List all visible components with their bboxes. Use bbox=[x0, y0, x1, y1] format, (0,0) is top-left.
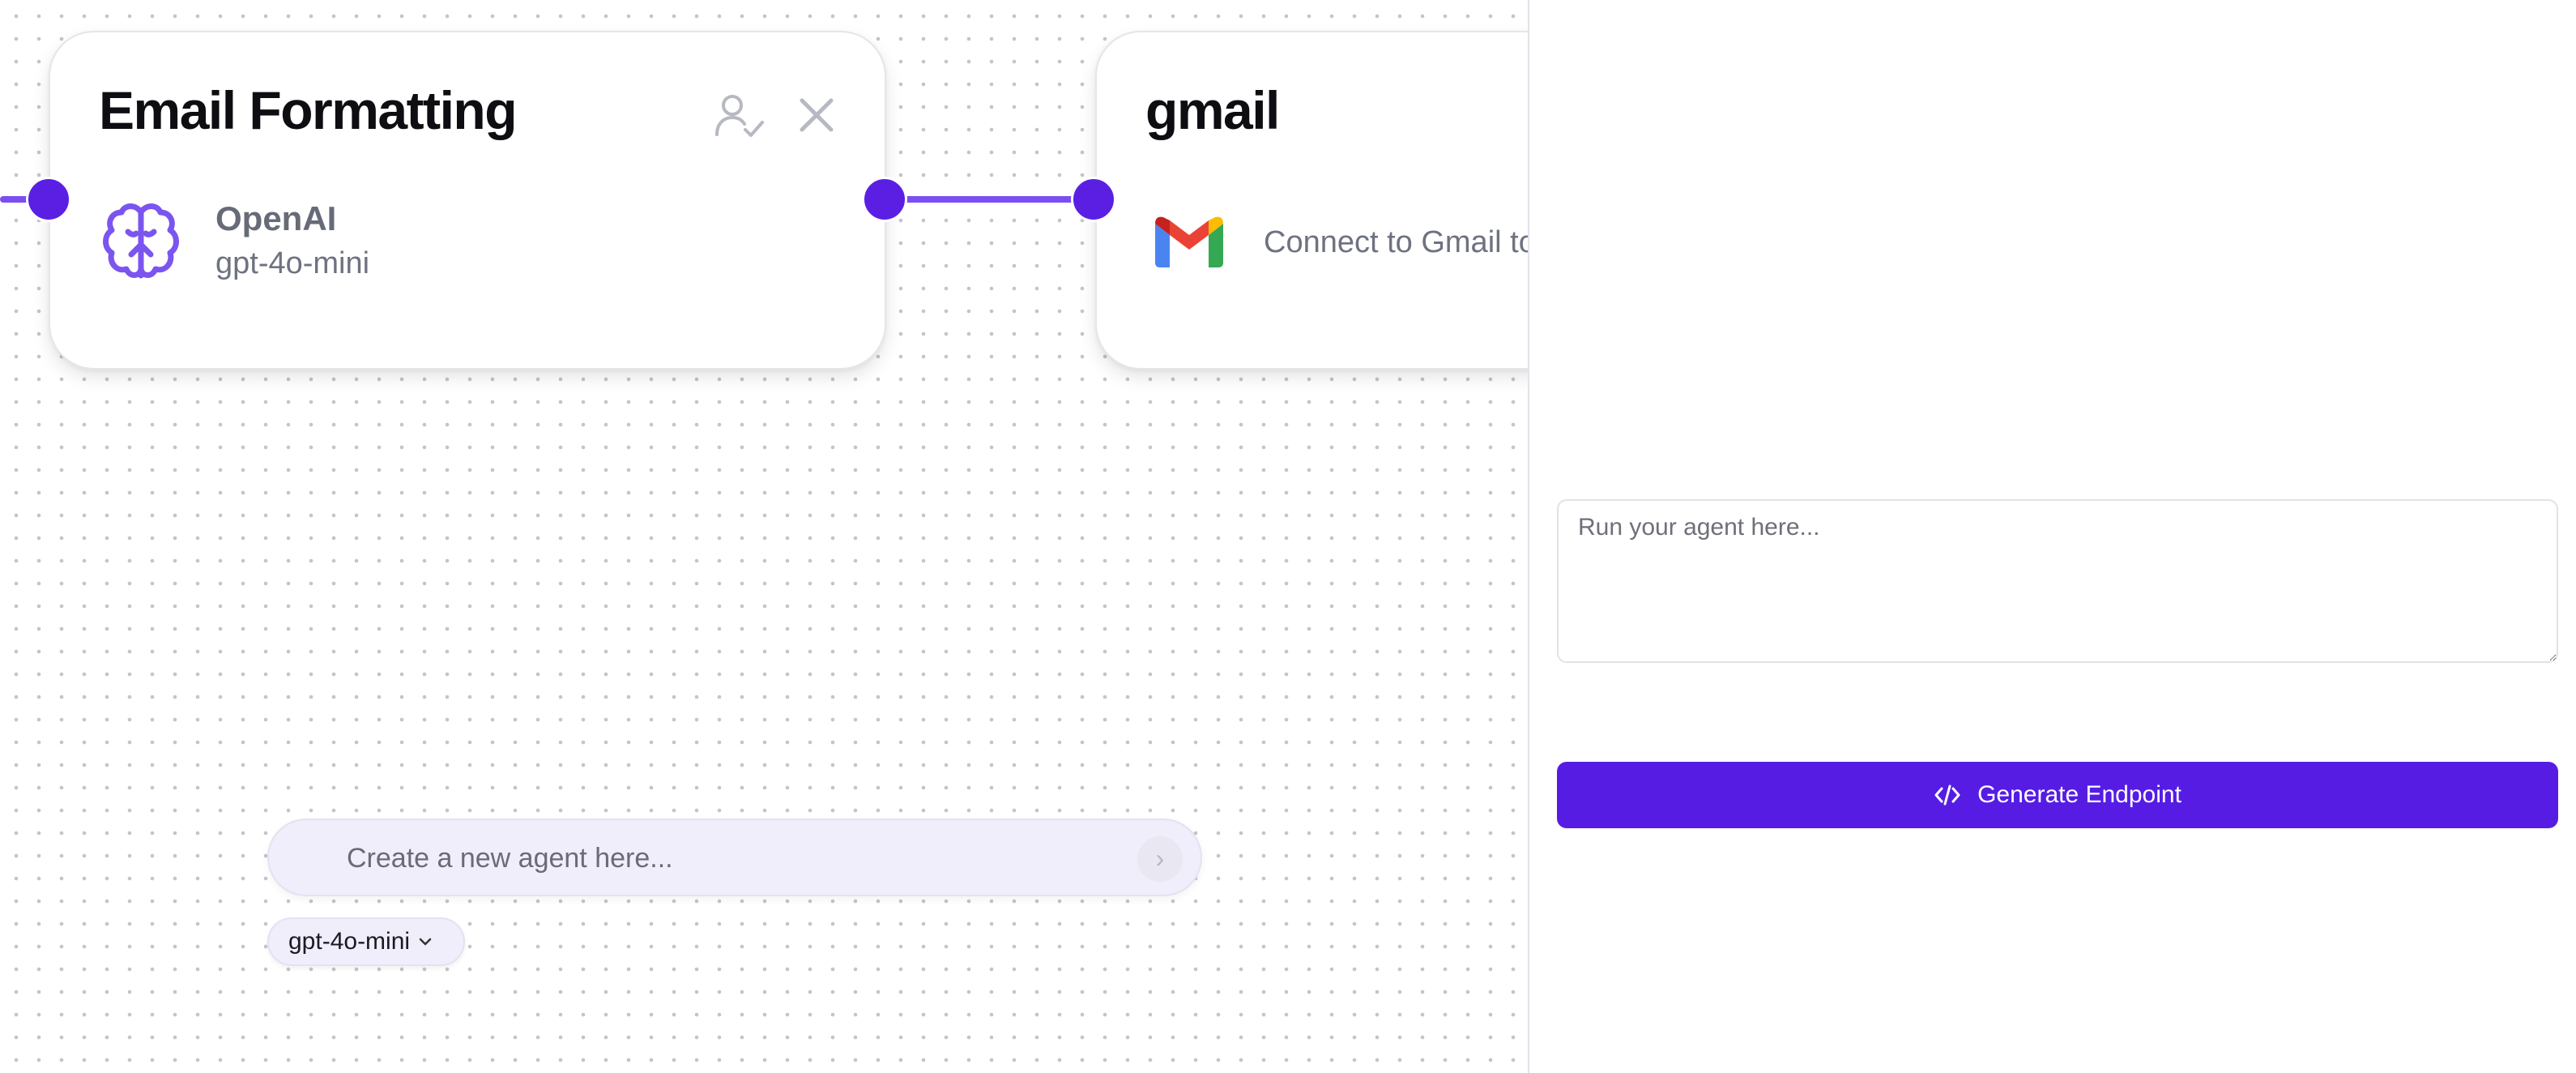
create-agent-input[interactable] bbox=[345, 820, 1110, 896]
workflow-canvas[interactable]: Email Formatting OpenAI gpt-4o-mini gmai… bbox=[0, 0, 1528, 1073]
gmail-node-input-handle[interactable] bbox=[1071, 177, 1116, 222]
gmail-description: Connect to Gmail to bbox=[1264, 225, 1528, 259]
provider-name: OpenAI bbox=[215, 199, 337, 237]
close-icon[interactable] bbox=[794, 92, 839, 138]
model-select-value: gpt-4o-mini bbox=[288, 928, 411, 955]
edge-email-to-gmail bbox=[891, 196, 1077, 203]
code-icon bbox=[1934, 783, 1961, 807]
email-formatting-node[interactable]: Email Formatting OpenAI gpt-4o-mini bbox=[49, 31, 886, 370]
model-select[interactable]: gpt-4o-mini bbox=[267, 917, 465, 966]
email-node-output-handle[interactable] bbox=[862, 177, 907, 222]
node-title: Email Formatting bbox=[99, 80, 518, 140]
user-check-icon[interactable] bbox=[713, 89, 765, 141]
email-node-input-handle[interactable] bbox=[26, 177, 71, 222]
chevron-down-icon bbox=[416, 933, 434, 951]
generate-endpoint-button[interactable]: Generate Endpoint bbox=[1557, 762, 2558, 828]
generate-endpoint-label: Generate Endpoint bbox=[1977, 781, 2181, 808]
create-agent-box: › bbox=[267, 819, 1202, 896]
run-agent-input[interactable] bbox=[1557, 499, 2558, 663]
gmail-node[interactable]: gmail Connect to Gmail to bbox=[1095, 31, 1528, 370]
gmail-icon bbox=[1155, 216, 1223, 267]
provider-model: gpt-4o-mini bbox=[215, 246, 370, 280]
run-panel: Generate Endpoint bbox=[1528, 0, 2576, 1073]
chevron-right-icon: › bbox=[1155, 844, 1165, 873]
node-title: gmail bbox=[1145, 80, 1280, 140]
send-button[interactable]: › bbox=[1137, 836, 1183, 882]
brain-icon bbox=[99, 198, 183, 282]
